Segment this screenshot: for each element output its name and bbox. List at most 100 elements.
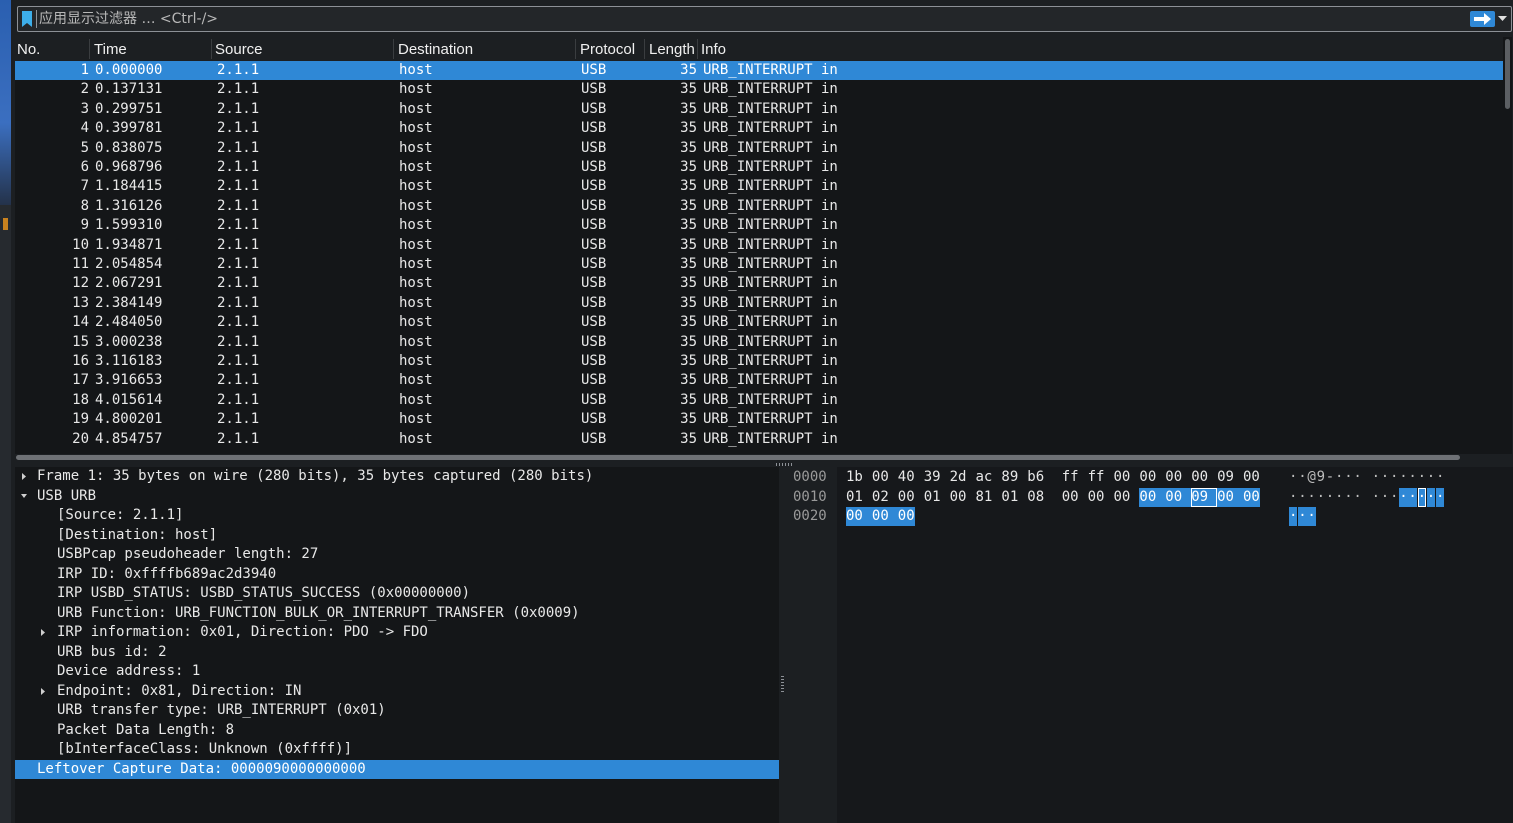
scrollbar-thumb[interactable]	[16, 455, 1460, 460]
apply-filter-button[interactable]	[1470, 11, 1495, 27]
column-header-length[interactable]: Length	[649, 41, 695, 58]
detail-tree-item[interactable]: IRP USBD_STATUS: USBD_STATUS_SUCCESS (0x…	[15, 584, 779, 604]
hex-ascii-char[interactable]: ·	[1436, 487, 1445, 507]
hex-ascii-char[interactable]: ·	[1372, 468, 1380, 487]
chevron-right-icon[interactable]	[20, 472, 28, 481]
hex-ascii-char[interactable]: ·	[1335, 488, 1343, 507]
hex-ascii-char[interactable]: -	[1326, 468, 1334, 487]
packet-bytes-pane[interactable]: 0000 1b 00 40 39 2d ac 89 b6 ff ff 00 00 00 00 09 00 · · @9…	[786, 467, 1513, 823]
hex-ascii-char[interactable]: ·	[1381, 488, 1389, 507]
column-header-source[interactable]: Source	[215, 41, 263, 58]
detail-tree-item[interactable]: USBPcap pseudoheader length: 27	[15, 545, 779, 565]
hex-ascii-char[interactable]: ·	[1289, 507, 1298, 526]
hex-byte[interactable]: 81	[976, 488, 993, 507]
packet-row[interactable]: 11 2.054854 2.1.1 host USB 35 URB_INTERRUPT in	[15, 255, 1503, 274]
hex-ascii-char[interactable]: ·	[1426, 487, 1436, 507]
detail-tree-item[interactable]: [Source: 2.1.1]	[15, 506, 779, 526]
packet-row[interactable]: 15 3.000238 2.1.1 host USB 35 URB_INTERRUPT in	[15, 333, 1503, 352]
hex-byte[interactable]: 00	[1191, 468, 1208, 487]
hex-byte[interactable]: 00	[1139, 468, 1156, 487]
detail-tree-item[interactable]: URB Function: URB_FUNCTION_BULK_OR_INTER…	[15, 604, 779, 624]
hex-byte[interactable]: 00	[950, 488, 967, 507]
hex-ascii-char[interactable]: ·	[1408, 487, 1417, 507]
hex-ascii-char[interactable]: 9	[1317, 468, 1325, 487]
bookmark-icon[interactable]	[22, 11, 32, 27]
detail-tree-item[interactable]: Frame 1: 35 bytes on wire (280 bits), 35…	[15, 467, 779, 487]
hex-byte[interactable]: ac	[976, 468, 993, 487]
hex-byte[interactable]: 2d	[950, 468, 967, 487]
detail-tree-item[interactable]: [Destination: host]	[15, 526, 779, 546]
chevron-right-icon[interactable]	[39, 628, 47, 637]
detail-tree-item[interactable]: Device address: 1	[15, 662, 779, 682]
hex-byte[interactable]: 00	[898, 488, 915, 507]
hex-byte[interactable]: 00	[872, 468, 889, 487]
hex-byte[interactable]: 39	[924, 468, 941, 487]
detail-tree-item[interactable]: IRP ID: 0xffffb689ac2d3940	[15, 565, 779, 585]
hex-byte[interactable]: 02	[872, 488, 889, 507]
hex-byte[interactable]: 09	[1191, 487, 1217, 507]
detail-tree-item[interactable]: URB transfer type: URB_INTERRUPT (0x01)	[15, 701, 779, 721]
packet-row[interactable]: 3 0.299751 2.1.1 host USB 35 URB_INTERRUPT in	[15, 100, 1503, 119]
hex-byte[interactable]: 00	[1217, 487, 1243, 507]
packet-row[interactable]: 13 2.384149 2.1.1 host USB 35 URB_INTERRUPT in	[15, 294, 1503, 313]
chevron-down-icon[interactable]	[20, 492, 28, 501]
packet-row[interactable]: 10 1.934871 2.1.1 host USB 35 URB_INTERRUPT in	[15, 236, 1503, 255]
hex-ascii-char[interactable]: ·	[1381, 468, 1389, 487]
packet-row[interactable]: 12 2.067291 2.1.1 host USB 35 URB_INTERRUPT in	[15, 274, 1503, 293]
hex-byte[interactable]: 00	[871, 507, 898, 526]
packet-row[interactable]: 9 1.599310 2.1.1 host USB 35 URB_INTERRUPT in	[15, 216, 1503, 235]
hex-ascii-char[interactable]: ·	[1436, 468, 1444, 487]
detail-tree-item[interactable]: IRP information: 0x01, Direction: PDO ->…	[15, 623, 779, 643]
hex-byte[interactable]: 00	[1243, 487, 1260, 507]
packet-row[interactable]: 20 4.854757 2.1.1 host USB 35 URB_INTERRUPT in	[15, 430, 1503, 449]
hex-byte[interactable]: ff	[1088, 468, 1105, 487]
scrollbar-thumb[interactable]	[1505, 39, 1510, 109]
hex-ascii-char[interactable]: ·	[1298, 507, 1307, 526]
filter-dropdown-button[interactable]	[1497, 11, 1509, 27]
hex-ascii-char[interactable]: ·	[1353, 468, 1361, 487]
detail-tree-item[interactable]: USB URB	[15, 487, 779, 507]
packet-list[interactable]: No. Time Source Destination Protocol Len…	[15, 37, 1503, 454]
hex-ascii-char[interactable]: ·	[1372, 488, 1380, 507]
hex-ascii-char[interactable]: ·	[1326, 488, 1334, 507]
packet-row[interactable]: 1 0.000000 2.1.1 host USB 35 URB_INTERRUPT in	[15, 61, 1503, 80]
pane-splitter-vertical[interactable]	[781, 676, 784, 694]
packet-row[interactable]: 18 4.015614 2.1.1 host USB 35 URB_INTERRUPT in	[15, 391, 1503, 410]
hex-ascii-char[interactable]: ·	[1289, 468, 1297, 487]
chevron-right-icon[interactable]	[39, 687, 47, 696]
hex-ascii-char[interactable]: ·	[1418, 468, 1426, 487]
display-filter-input[interactable]	[39, 9, 1459, 29]
hex-ascii-char[interactable]: ·	[1353, 488, 1361, 507]
detail-tree-item[interactable]: [bInterfaceClass: Unknown (0xffff)]	[15, 740, 779, 760]
hex-ascii-char[interactable]: ·	[1307, 507, 1316, 526]
hex-byte[interactable]: 1b	[846, 468, 863, 487]
hex-ascii-char[interactable]: @	[1307, 468, 1315, 487]
packet-row[interactable]: 16 3.116183 2.1.1 host USB 35 URB_INTERRUPT in	[15, 352, 1503, 371]
hex-ascii-char[interactable]: ·	[1427, 468, 1435, 487]
hex-byte[interactable]: 00	[1139, 487, 1166, 507]
hex-byte[interactable]: ff	[1062, 468, 1079, 487]
hex-ascii-char[interactable]: ·	[1289, 488, 1297, 507]
hex-byte[interactable]: 01	[924, 488, 941, 507]
hex-byte[interactable]: 00	[1243, 468, 1260, 487]
hex-byte[interactable]: 00	[1088, 488, 1105, 507]
hex-ascii-char[interactable]: ·	[1417, 487, 1427, 507]
column-header-protocol[interactable]: Protocol	[580, 41, 635, 58]
packet-row[interactable]: 17 3.916653 2.1.1 host USB 35 URB_INTERRUPT in	[15, 371, 1503, 390]
hex-byte[interactable]: b6	[1027, 468, 1044, 487]
hex-ascii-char[interactable]: ·	[1317, 488, 1325, 507]
hex-byte[interactable]: 08	[1027, 488, 1044, 507]
column-header-destination[interactable]: Destination	[398, 41, 473, 58]
hex-byte[interactable]: 01	[1001, 488, 1018, 507]
hex-byte[interactable]: 00	[1114, 488, 1131, 507]
hex-byte[interactable]: 00	[1165, 487, 1192, 507]
packet-row[interactable]: 2 0.137131 2.1.1 host USB 35 URB_INTERRUPT in	[15, 80, 1503, 99]
hex-byte[interactable]: 01	[846, 488, 863, 507]
column-header-info[interactable]: Info	[701, 41, 726, 58]
hex-byte[interactable]: 00	[1114, 468, 1131, 487]
hex-ascii-char[interactable]: ·	[1344, 468, 1352, 487]
hex-ascii-char[interactable]: ·	[1399, 487, 1408, 507]
detail-tree-item[interactable]: Leftover Capture Data: 0000090000000000	[15, 759, 779, 779]
packet-list-horizontal-scrollbar[interactable]	[15, 454, 1503, 462]
packet-row[interactable]: 8 1.316126 2.1.1 host USB 35 URB_INTERRUPT in	[15, 197, 1503, 216]
